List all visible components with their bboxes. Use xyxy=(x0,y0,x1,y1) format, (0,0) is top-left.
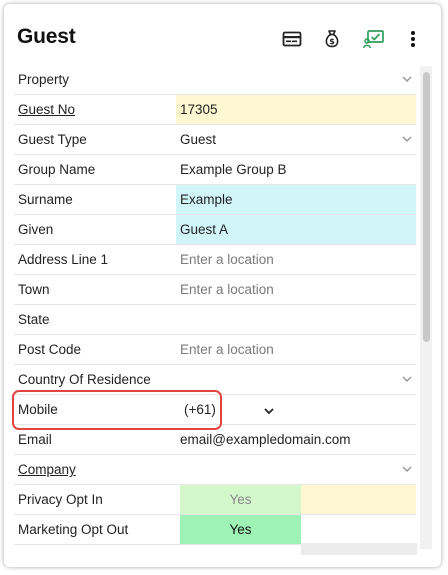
email-label: Email xyxy=(18,432,52,447)
address-line-1-label: Address Line 1 xyxy=(18,252,109,267)
privacy-opt-in-row: Privacy Opt In Yes xyxy=(14,485,416,515)
given-input[interactable]: Guest A xyxy=(176,215,416,244)
property-label: Property xyxy=(18,72,70,87)
page-title: Guest xyxy=(17,25,76,48)
state-label: State xyxy=(18,312,50,327)
post-code-label: Post Code xyxy=(18,342,82,357)
privacy-opt-in-empty xyxy=(301,485,416,514)
card-icon[interactable] xyxy=(281,28,303,50)
surname-row: Surname Example xyxy=(14,185,416,215)
state-input[interactable] xyxy=(176,305,416,334)
panel-header: Guest $ xyxy=(4,4,441,66)
post-code-row: Post Code Enter a location xyxy=(14,335,416,365)
chevron-down-icon[interactable] xyxy=(400,72,414,86)
chevron-down-icon[interactable] xyxy=(400,132,414,146)
town-row: Town Enter a location xyxy=(14,275,416,305)
guest-form: Property Guest No 17305 Guest Type Guest… xyxy=(14,65,416,545)
guest-panel: Guest $ Property Guest No 17305 Guest Ty… xyxy=(4,4,441,567)
chevron-down-icon[interactable] xyxy=(262,404,276,418)
scrollbar-thumb[interactable] xyxy=(423,72,430,342)
guest-type-select[interactable]: Guest xyxy=(176,125,416,154)
svg-text:$: $ xyxy=(329,37,335,46)
group-name-label: Group Name xyxy=(18,162,96,177)
post-code-input[interactable]: Enter a location xyxy=(176,335,416,364)
country-of-residence-label: Country Of Residence xyxy=(18,372,151,387)
company-row[interactable]: Company xyxy=(14,455,416,485)
guest-no-value[interactable]: 17305 xyxy=(176,95,416,124)
chevron-down-icon[interactable] xyxy=(400,462,414,476)
bottom-strip xyxy=(301,543,417,555)
address-line-1-row: Address Line 1 Enter a location xyxy=(14,245,416,275)
guest-no-label[interactable]: Guest No xyxy=(18,102,75,117)
town-input[interactable]: Enter a location xyxy=(176,275,416,304)
more-vert-icon[interactable] xyxy=(402,28,424,50)
address-line-1-input[interactable]: Enter a location xyxy=(176,245,416,274)
given-label: Given xyxy=(18,222,54,237)
guest-type-label: Guest Type xyxy=(18,132,87,147)
marketing-opt-out-toggle[interactable]: Yes xyxy=(180,515,301,544)
surname-label: Surname xyxy=(18,192,73,207)
surname-input[interactable]: Example xyxy=(176,185,416,214)
presentation-check-icon[interactable] xyxy=(363,28,385,50)
town-label: Town xyxy=(18,282,50,297)
state-row: State xyxy=(14,305,416,335)
company-label[interactable]: Company xyxy=(18,462,76,477)
guest-no-row: Guest No 17305 xyxy=(14,95,416,125)
marketing-opt-out-row: Marketing Opt Out Yes xyxy=(14,515,416,545)
privacy-opt-in-label: Privacy Opt In xyxy=(18,492,103,507)
marketing-opt-out-label: Marketing Opt Out xyxy=(18,522,129,537)
property-row[interactable]: Property xyxy=(14,65,416,95)
group-name-value[interactable]: Example Group B xyxy=(176,155,416,184)
money-bag-icon[interactable]: $ xyxy=(321,28,343,50)
mobile-highlight-box xyxy=(12,390,222,430)
given-row: Given Guest A xyxy=(14,215,416,245)
privacy-opt-in-toggle[interactable]: Yes xyxy=(180,485,301,514)
guest-type-row[interactable]: Guest Type Guest xyxy=(14,125,416,155)
group-name-row: Group Name Example Group B xyxy=(14,155,416,185)
chevron-down-icon[interactable] xyxy=(400,372,414,386)
